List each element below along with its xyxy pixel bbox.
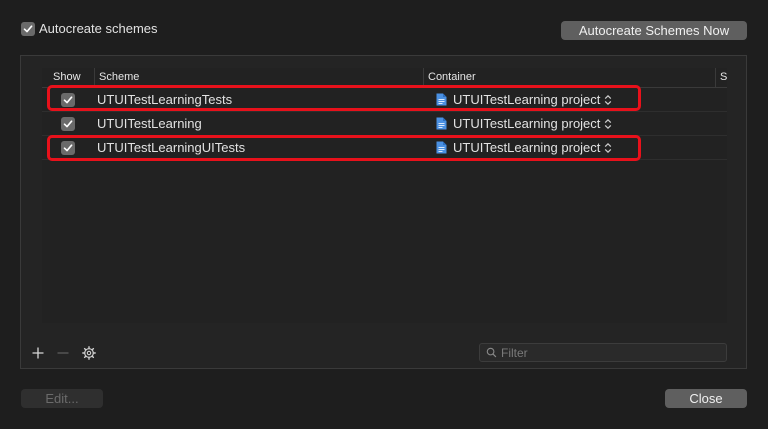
autocreate-schemes-now-button[interactable]: Autocreate Schemes Now — [561, 21, 747, 40]
plus-icon[interactable] — [31, 346, 45, 360]
column-header-shared[interactable]: S — [715, 68, 727, 87]
autocreate-row: Autocreate schemes — [21, 21, 158, 36]
filter-field[interactable] — [479, 343, 727, 362]
filter-input[interactable] — [501, 345, 701, 360]
checkmark-icon — [23, 24, 33, 32]
close-button[interactable]: Close — [665, 389, 747, 408]
gear-icon[interactable] — [82, 346, 96, 360]
minus-icon[interactable] — [56, 346, 70, 360]
highlight-box-tests-row — [47, 85, 641, 111]
schemes-panel: Show Scheme Container S UTUITestLearning… — [20, 55, 747, 369]
highlight-box-uitests-row — [47, 135, 641, 161]
table-row[interactable]: UTUITestLearning UTUITestLearning projec… — [42, 112, 727, 136]
search-icon — [486, 347, 497, 358]
container-popup[interactable]: UTUITestLearning project — [436, 112, 612, 135]
container-label: UTUITestLearning project — [453, 116, 601, 131]
show-checkbox[interactable] — [61, 117, 75, 131]
chevron-up-down-icon — [605, 118, 612, 129]
autocreate-label: Autocreate schemes — [39, 21, 158, 36]
autocreate-checkbox[interactable] — [21, 21, 35, 36]
checkmark-icon — [63, 120, 73, 128]
edit-button[interactable]: Edit... — [21, 389, 103, 408]
project-document-icon — [436, 117, 447, 130]
scheme-name: UTUITestLearning — [97, 116, 202, 131]
